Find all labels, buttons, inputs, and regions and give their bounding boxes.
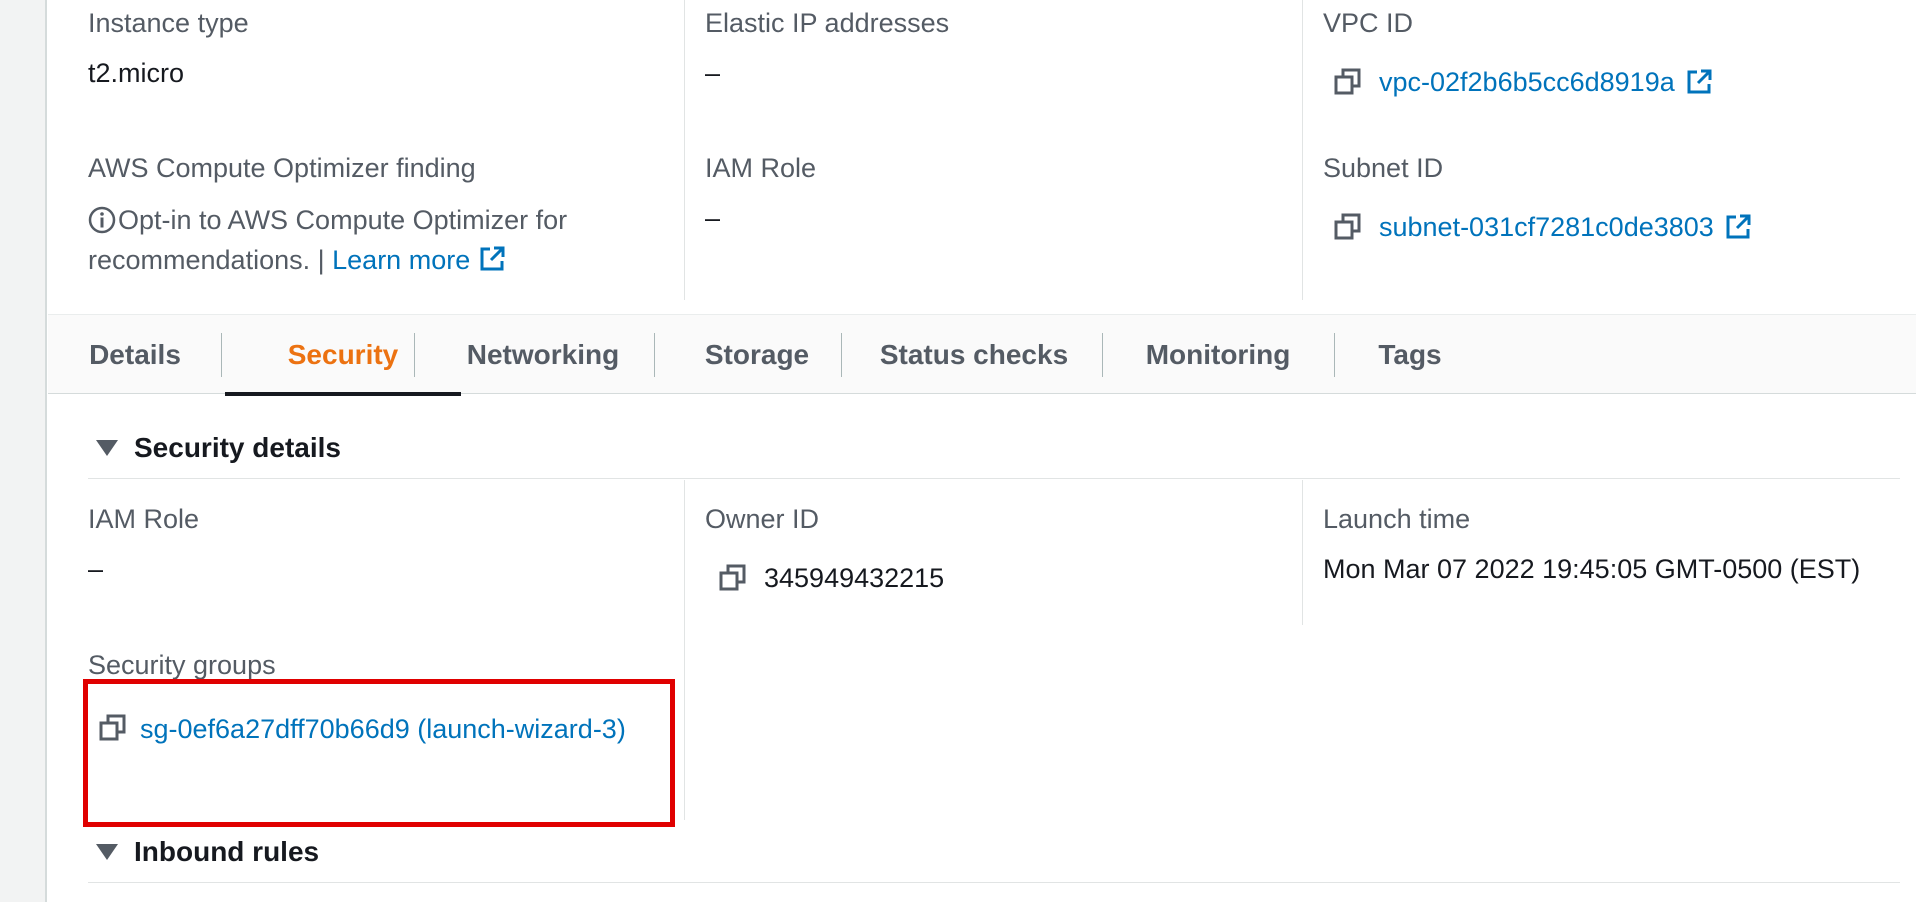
- column-divider: [684, 480, 685, 820]
- security-details-header[interactable]: Security details: [88, 432, 341, 464]
- compute-optimizer-label: AWS Compute Optimizer finding: [88, 153, 476, 183]
- column-divider: [1302, 0, 1303, 300]
- subnet-id-link[interactable]: subnet-031cf7281c0de3803: [1379, 212, 1714, 243]
- copy-icon[interactable]: [718, 563, 748, 593]
- launch-time-value: Mon Mar 07 2022 19:45:05 GMT-0500 (EST): [1323, 554, 1861, 584]
- tab-separator: [221, 333, 222, 377]
- security-group-link[interactable]: sg-0ef6a27dff70b66d9 (launch-wizard-3): [140, 714, 626, 744]
- compute-optimizer-finding: Opt-in to AWS Compute Optimizer for reco…: [88, 200, 648, 280]
- external-link-icon[interactable]: [1685, 68, 1713, 96]
- security-iam-role-value: –: [88, 554, 104, 584]
- tab-separator: [1334, 333, 1335, 377]
- caret-down-icon: [96, 844, 118, 860]
- inbound-rules-header[interactable]: Inbound rules: [88, 836, 319, 868]
- tab-separator: [414, 333, 415, 377]
- owner-id-label: Owner ID: [705, 504, 820, 534]
- launch-time-label: Launch time: [1323, 504, 1471, 534]
- copy-icon[interactable]: [1333, 67, 1363, 97]
- tab-separator: [841, 333, 842, 377]
- section-divider: [88, 478, 1900, 479]
- tab-status-checks[interactable]: Status checks: [868, 315, 1080, 394]
- learn-more-link[interactable]: Learn more: [332, 245, 470, 275]
- tab-monitoring[interactable]: Monitoring: [1133, 315, 1303, 394]
- copy-icon[interactable]: [98, 713, 128, 743]
- column-divider: [684, 0, 685, 300]
- vpc-id-row: vpc-02f2b6b5cc6d8919a: [1333, 62, 1713, 102]
- caret-down-icon: [96, 440, 118, 456]
- iam-role-label: IAM Role: [705, 153, 817, 183]
- tab-tags[interactable]: Tags: [1370, 315, 1450, 394]
- vpc-id-link[interactable]: vpc-02f2b6b5cc6d8919a: [1379, 67, 1675, 98]
- info-icon: [88, 206, 116, 234]
- section-divider: [88, 882, 1900, 883]
- owner-id-row: 345949432215: [718, 558, 944, 598]
- iam-role-value: –: [705, 203, 721, 233]
- active-tab-indicator: [225, 392, 461, 396]
- instance-type-value: t2.micro: [88, 58, 185, 88]
- instance-type-label: Instance type: [88, 8, 249, 38]
- copy-icon[interactable]: [1333, 212, 1363, 242]
- external-link-icon[interactable]: [1724, 213, 1752, 241]
- tab-networking[interactable]: Networking: [448, 315, 638, 394]
- left-navigation-rail: [0, 0, 47, 902]
- security-groups-label: Security groups: [88, 650, 276, 680]
- security-details-title: Security details: [134, 432, 341, 463]
- column-divider: [1302, 480, 1303, 625]
- security-group-row: sg-0ef6a27dff70b66d9 (launch-wizard-3): [88, 705, 648, 753]
- external-link-icon[interactable]: [478, 245, 506, 273]
- inbound-rules-title: Inbound rules: [134, 836, 320, 867]
- subnet-id-row: subnet-031cf7281c0de3803: [1333, 207, 1752, 247]
- tab-separator: [654, 333, 655, 377]
- owner-id-value: 345949432215: [764, 562, 945, 593]
- subnet-id-label: Subnet ID: [1323, 153, 1444, 183]
- tab-security[interactable]: Security: [225, 315, 461, 396]
- vpc-id-label: VPC ID: [1323, 8, 1414, 38]
- instance-tabs: Details Security Networking Storage Stat…: [48, 314, 1916, 396]
- security-iam-role-label: IAM Role: [88, 504, 200, 534]
- tab-separator: [1102, 333, 1103, 377]
- tab-details[interactable]: Details: [80, 315, 190, 394]
- elastic-ip-label: Elastic IP addresses: [705, 8, 950, 38]
- elastic-ip-value: –: [705, 58, 721, 88]
- tab-storage[interactable]: Storage: [682, 315, 832, 394]
